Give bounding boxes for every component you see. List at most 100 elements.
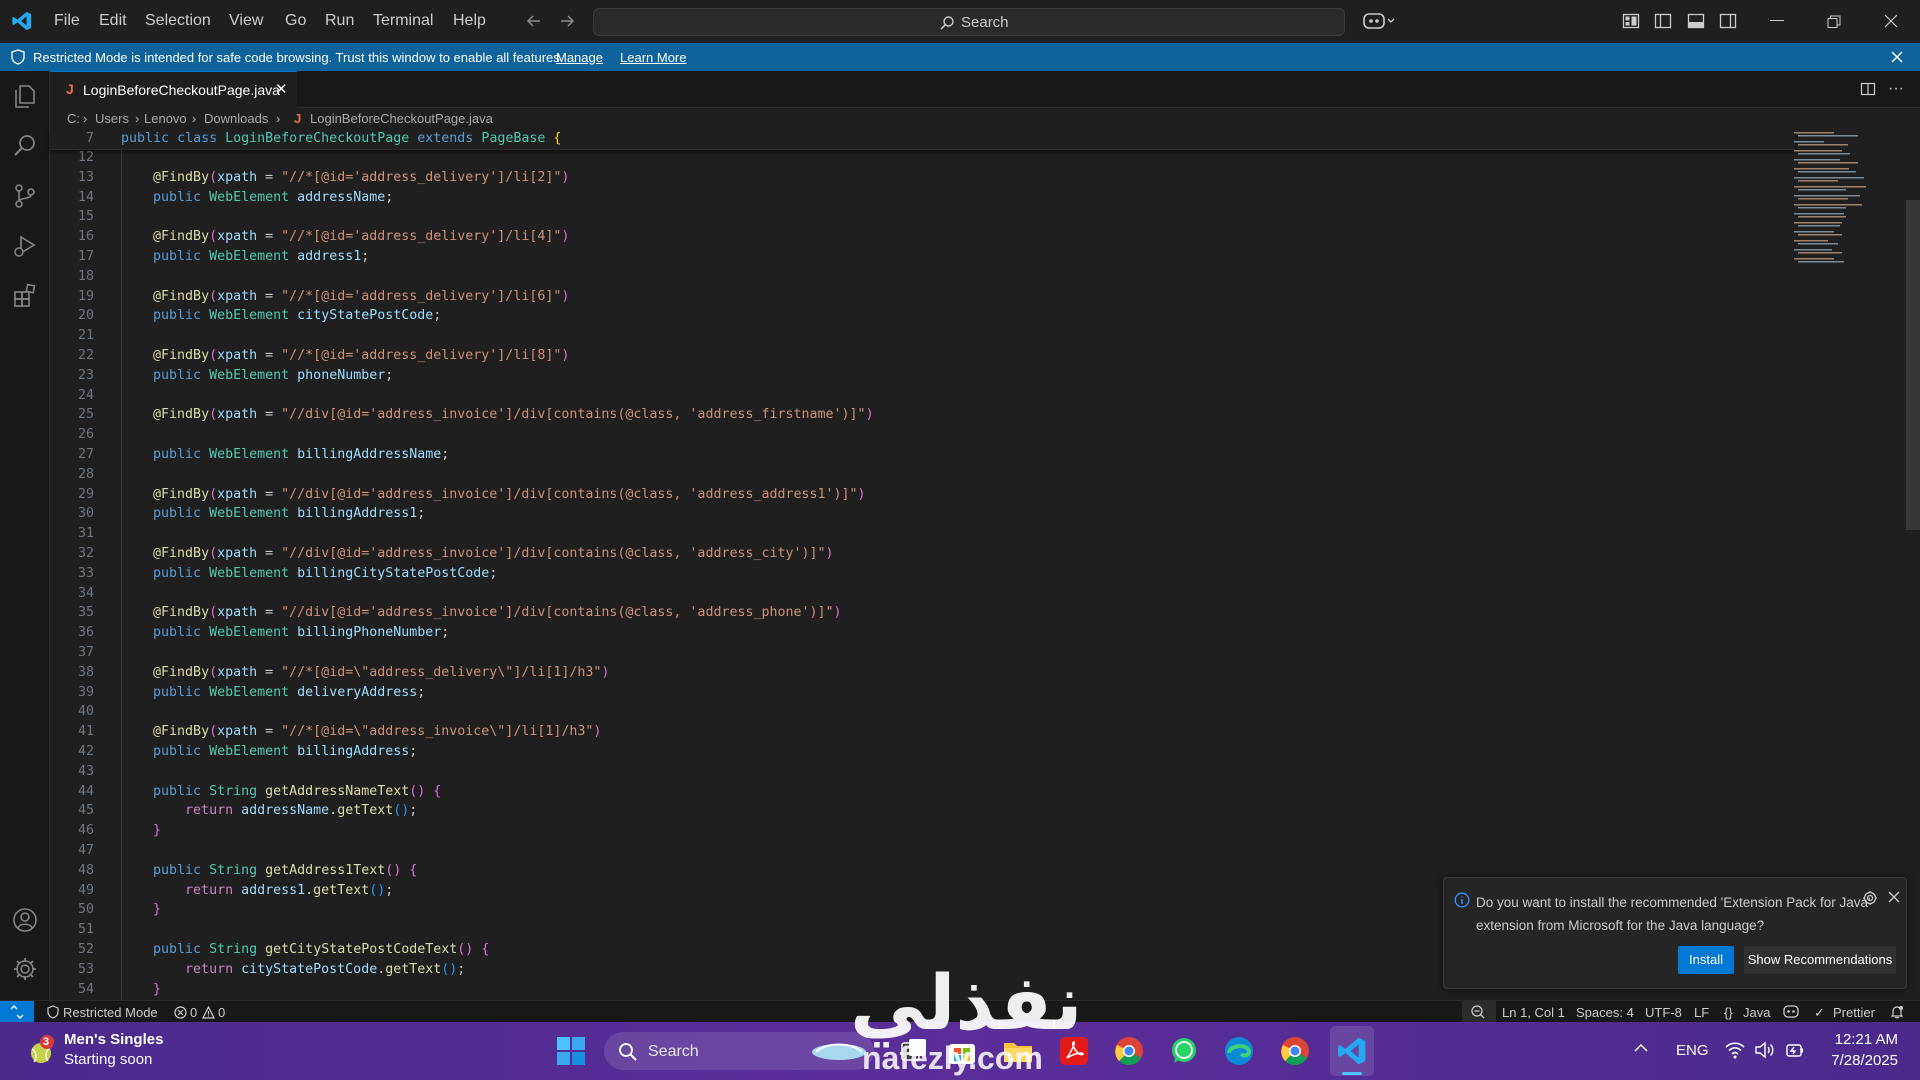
back-arrow-icon[interactable] xyxy=(525,12,543,30)
menu-edit[interactable]: Edit xyxy=(99,12,127,30)
run-and-debug-icon[interactable] xyxy=(12,233,38,259)
toggle-primary-sidebar-icon[interactable] xyxy=(1654,12,1672,30)
status-language[interactable]: Java xyxy=(1743,1005,1770,1020)
zoom-icon[interactable] xyxy=(1462,1001,1496,1023)
remote-indicator[interactable] xyxy=(0,1001,34,1023)
line-number: 42 xyxy=(77,744,94,759)
banner-manage-link[interactable]: Manage xyxy=(556,50,603,65)
code-line: @FindBy(xpath = "//*[@id=\"address_deliv… xyxy=(153,664,610,680)
minimap-line xyxy=(1794,204,1862,206)
minimap-line xyxy=(1798,216,1846,218)
code-line: @FindBy(xpath = "//div[@id='address_invo… xyxy=(153,407,874,423)
breadcrumb-users[interactable]: Users xyxy=(95,111,129,126)
active-app-indicator xyxy=(1342,1072,1362,1075)
widget-title[interactable]: Men's Singles xyxy=(64,1031,163,1048)
banner-close-icon[interactable] xyxy=(1891,51,1903,63)
status-indentation[interactable]: Spaces: 4 xyxy=(1576,1005,1634,1020)
status-restricted-mode[interactable]: Restricted Mode xyxy=(63,1005,158,1020)
status-warnings[interactable]: 0 xyxy=(218,1005,225,1020)
windows-start-icon[interactable] xyxy=(555,1035,587,1067)
menu-help[interactable]: Help xyxy=(453,12,486,30)
breadcrumb-drive[interactable]: C: xyxy=(67,111,80,126)
code-line: public WebElement phoneNumber; xyxy=(153,367,394,383)
menu-run[interactable]: Run xyxy=(325,12,354,30)
editor-scrollbar[interactable] xyxy=(1906,200,1920,530)
banner-learn-more-link[interactable]: Learn More xyxy=(620,50,686,65)
restore-icon[interactable] xyxy=(1827,15,1841,29)
line-number: 14 xyxy=(77,189,94,205)
error-icon[interactable] xyxy=(174,1006,187,1019)
breadcrumb-lenovo[interactable]: Lenovo xyxy=(144,111,187,126)
line-number: 28 xyxy=(77,466,94,482)
chrome-profile-icon[interactable] xyxy=(1279,1035,1311,1067)
taskbar-search-label: Search xyxy=(648,1043,699,1060)
accounts-icon[interactable] xyxy=(12,907,38,933)
breadcrumb-downloads[interactable]: Downloads xyxy=(204,111,268,126)
menu-terminal[interactable]: Terminal xyxy=(373,12,433,30)
volume-icon[interactable] xyxy=(1754,1041,1774,1059)
bell-icon[interactable] xyxy=(1890,1005,1904,1019)
shield-icon xyxy=(11,49,25,65)
minimap[interactable] xyxy=(1790,130,1886,280)
line-number: 31 xyxy=(77,526,94,542)
edge-icon[interactable] xyxy=(1223,1035,1255,1067)
toggle-panel-icon[interactable] xyxy=(1687,12,1705,30)
menu-file[interactable]: File xyxy=(54,12,80,30)
line-number: 18 xyxy=(77,268,94,284)
code-line: @FindBy(xpath = "//div[@id='address_invo… xyxy=(153,546,834,561)
line-number: 12 xyxy=(77,150,94,165)
customize-layout-icon[interactable] xyxy=(1622,12,1640,30)
more-actions-icon[interactable]: ··· xyxy=(1888,80,1904,98)
warning-icon[interactable] xyxy=(202,1006,215,1019)
status-eol[interactable]: LF xyxy=(1694,1005,1709,1020)
line-number: 33 xyxy=(77,565,94,581)
show-recommendations-button[interactable]: Show Recommendations xyxy=(1744,946,1896,974)
source-control-icon[interactable] xyxy=(12,183,38,209)
search-activity-icon[interactable] xyxy=(12,133,38,159)
tab-login-before-checkout[interactable]: J LoginBeforeCheckoutPage.java ✕ xyxy=(50,71,297,108)
vscode-taskbar-active[interactable] xyxy=(1330,1026,1374,1076)
command-center-search[interactable]: Search xyxy=(593,8,1345,36)
status-prettier[interactable]: Prettier xyxy=(1833,1005,1875,1020)
split-editor-icon[interactable] xyxy=(1860,81,1876,97)
input-language[interactable]: ENG xyxy=(1676,1042,1709,1059)
status-cursor-position[interactable]: Ln 1, Col 1 xyxy=(1502,1005,1565,1020)
explorer-icon[interactable] xyxy=(12,83,38,109)
sticky-scroll[interactable]: 7 public class LoginBeforeCheckoutPage e… xyxy=(50,130,1795,150)
clock-time[interactable]: 12:21 AM xyxy=(1830,1031,1898,1048)
forward-arrow-icon[interactable] xyxy=(558,12,576,30)
minimize-icon[interactable] xyxy=(1770,20,1784,21)
manage-gear-icon[interactable] xyxy=(12,956,38,982)
notification-settings-gear-icon[interactable] xyxy=(1862,890,1878,906)
code-line: public WebElement cityStatePostCode; xyxy=(153,308,442,324)
extensions-icon[interactable] xyxy=(12,283,38,309)
install-button[interactable]: Install xyxy=(1678,946,1734,974)
code-line: return cityStatePostCode.getText(); xyxy=(185,961,466,977)
chevron-up-icon[interactable] xyxy=(1634,1043,1648,1053)
shield-icon xyxy=(47,1005,59,1019)
status-encoding[interactable]: UTF-8 xyxy=(1645,1005,1682,1020)
battery-icon[interactable] xyxy=(1785,1041,1805,1059)
copilot-icon[interactable] xyxy=(1362,10,1396,32)
status-errors[interactable]: 0 xyxy=(190,1005,197,1020)
menu-view[interactable]: View xyxy=(229,12,263,30)
menu-go[interactable]: Go xyxy=(285,12,306,30)
search-label: Search xyxy=(961,14,1009,31)
tab-close-icon[interactable]: ✕ xyxy=(275,80,288,98)
minimap-line xyxy=(1798,162,1858,164)
tennis-widget-icon[interactable] xyxy=(24,1034,58,1068)
toggle-secondary-sidebar-icon[interactable] xyxy=(1719,12,1737,30)
taskbar-search[interactable]: Search xyxy=(604,1032,874,1070)
close-window-icon[interactable] xyxy=(1884,14,1898,28)
menu-selection[interactable]: Selection xyxy=(145,12,211,30)
wifi-icon[interactable] xyxy=(1725,1041,1745,1059)
whatsapp-icon[interactable] xyxy=(1168,1035,1200,1067)
code-line: @FindBy(xpath = "//div[@id='address_invo… xyxy=(153,605,842,621)
copilot-status-icon[interactable] xyxy=(1783,1004,1799,1019)
code-editor[interactable]: 12 13 14 15 16 17 18 19 20 21 22 23 24 25 26 27 28 29 30 31… xyxy=(50,130,1920,1000)
clock-date[interactable]: 7/28/2025 xyxy=(1822,1052,1898,1069)
notification-close-icon[interactable] xyxy=(1888,891,1900,903)
chrome-icon[interactable] xyxy=(1113,1035,1145,1067)
breadcrumb-file[interactable]: LoginBeforeCheckoutPage.java xyxy=(310,111,493,126)
breadcrumb: C: › Users › Lenovo › Downloads › J Logi… xyxy=(50,108,1920,130)
